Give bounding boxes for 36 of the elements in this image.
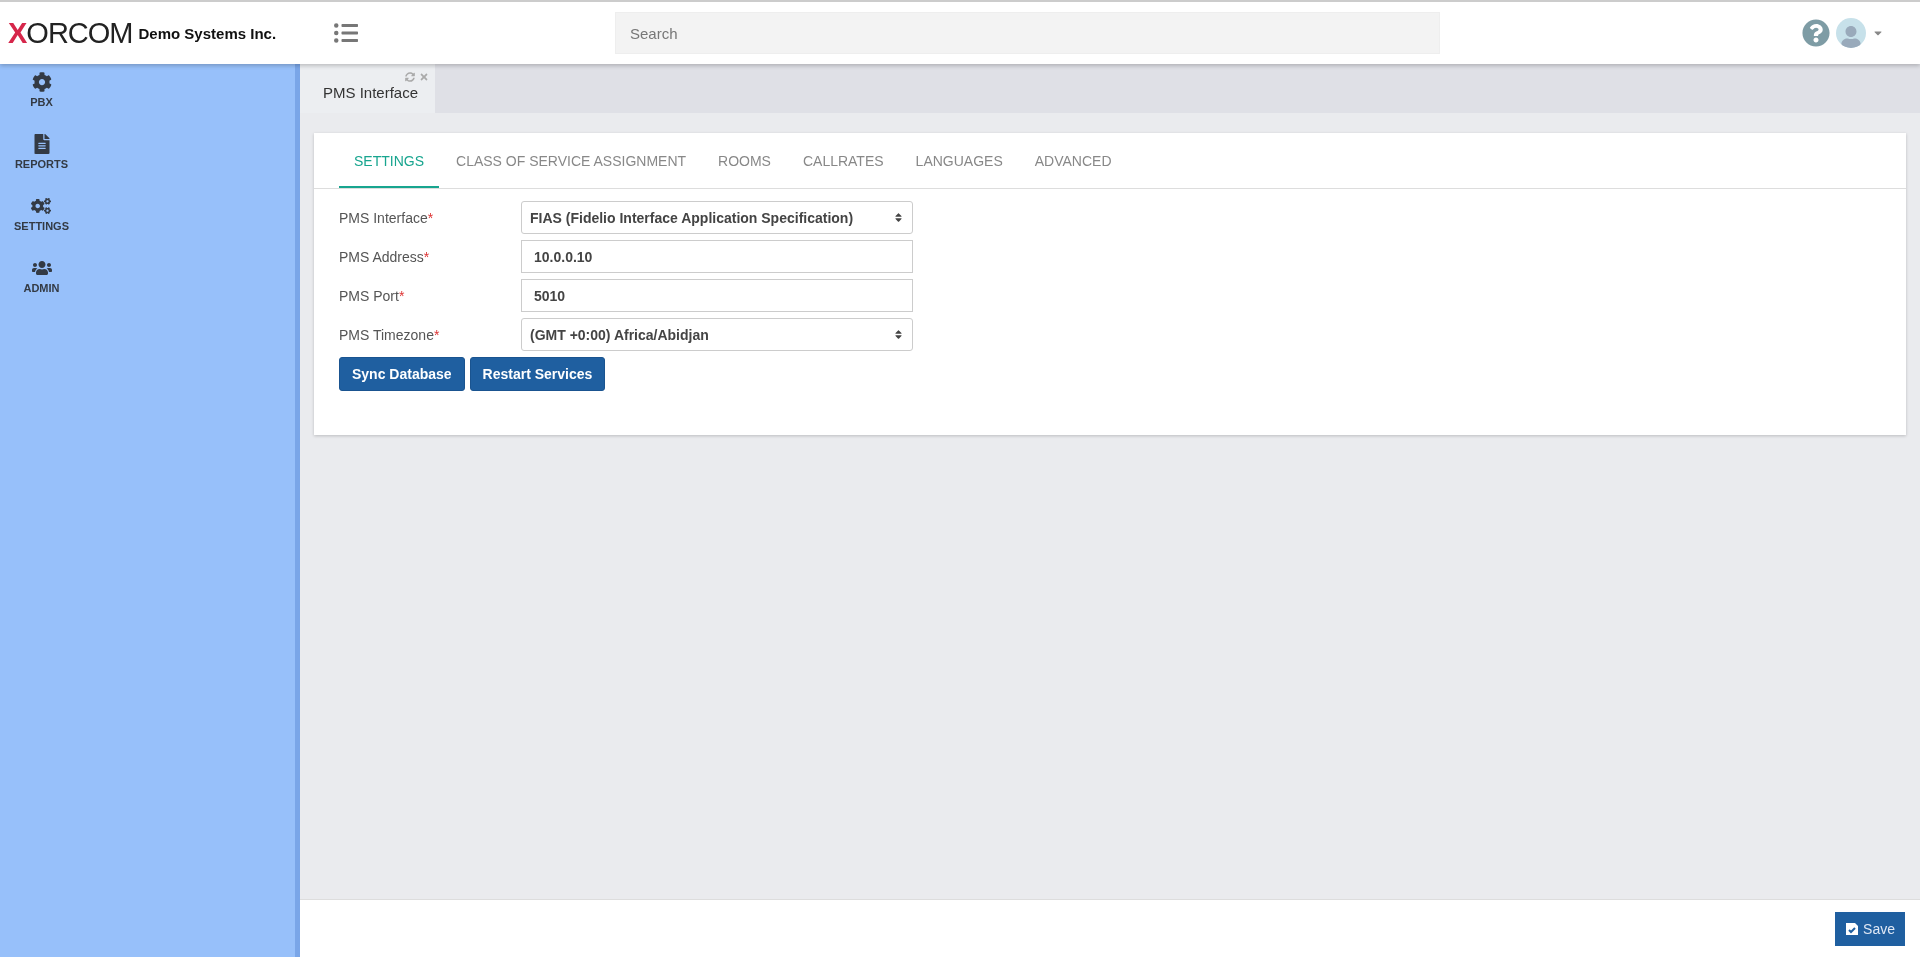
- company-name: Demo Systems Inc.: [138, 24, 277, 42]
- tab[interactable]: SETTINGS: [339, 133, 439, 188]
- page-tab[interactable]: PMS Interface: [300, 64, 435, 113]
- sidebar-item[interactable]: SETTINGS: [14, 196, 69, 258]
- sidebar-item[interactable]: ADMIN: [23, 258, 60, 320]
- gears-icon: [31, 196, 52, 216]
- logo: XORCOM: [8, 16, 133, 50]
- save-button[interactable]: Save: [1835, 911, 1905, 946]
- tab[interactable]: CLASS OF SERVICE ASSIGNMENT: [441, 133, 702, 188]
- avatar-icon[interactable]: [1836, 18, 1866, 48]
- refresh-icon[interactable]: [405, 72, 415, 82]
- field-label: PMS Interface*: [339, 209, 435, 226]
- field-label: PMS Address*: [339, 248, 431, 265]
- field-label: PMS Port*: [339, 287, 406, 304]
- field-label: PMS Timezone*: [339, 326, 441, 343]
- select-field[interactable]: (GMT +0:00) Africa/Abidjan: [521, 318, 913, 351]
- sidebar-item[interactable]: PBX: [30, 72, 53, 134]
- users-icon: [31, 258, 52, 278]
- sidebar-item[interactable]: REPORTS: [14, 134, 69, 196]
- sort-icon: [893, 212, 904, 223]
- input-field[interactable]: 10.0.0.10: [521, 240, 913, 273]
- tab[interactable]: CALLRATES: [787, 133, 899, 188]
- tab[interactable]: ROOMS: [703, 133, 786, 188]
- select-field[interactable]: FIAS (Fidelio Interface Application Specification): [521, 201, 913, 234]
- menu-icon[interactable]: [334, 21, 358, 45]
- tab[interactable]: LANGUAGES: [900, 133, 1018, 188]
- help-icon[interactable]: [1802, 19, 1830, 47]
- sort-icon: [893, 329, 904, 340]
- save-icon: [1845, 921, 1860, 936]
- close-icon[interactable]: [419, 72, 429, 82]
- action-button[interactable]: Sync Database: [339, 357, 465, 391]
- input-field[interactable]: 5010: [521, 279, 913, 312]
- gear-icon: [31, 72, 52, 92]
- tab[interactable]: ADVANCED: [1019, 133, 1127, 188]
- search-field[interactable]: Search: [615, 12, 1440, 54]
- action-button[interactable]: Restart Services: [469, 357, 606, 391]
